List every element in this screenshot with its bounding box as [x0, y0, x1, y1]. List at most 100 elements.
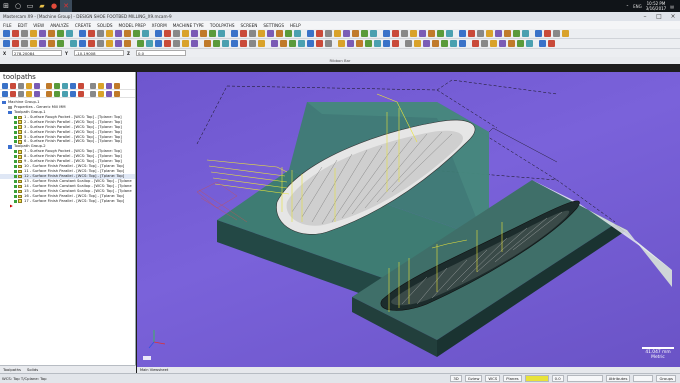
menu-edit[interactable]: EDIT — [18, 23, 28, 28]
toolbar-button-icon[interactable] — [106, 40, 113, 47]
close-button[interactable]: × — [666, 13, 680, 20]
toolbar-button-icon[interactable] — [70, 82, 76, 89]
toolbar-button-icon[interactable] — [10, 82, 16, 89]
menu-solids[interactable]: SOLIDS — [97, 23, 112, 28]
toolbar-button-icon[interactable] — [2, 90, 8, 97]
toolbar-button-icon[interactable] — [173, 30, 180, 37]
toolbar-button-icon[interactable] — [34, 90, 40, 97]
toolbar-button-icon[interactable] — [21, 40, 28, 47]
mastercam-icon[interactable]: ✕ — [60, 0, 72, 12]
toolbar-button-icon[interactable] — [70, 90, 76, 97]
task-view-icon[interactable]: ▭ — [24, 0, 36, 12]
toolbar-button-icon[interactable] — [477, 30, 484, 37]
toolbar-button-icon[interactable] — [472, 40, 479, 47]
toolbar-button-icon[interactable] — [289, 40, 296, 47]
toolbar-button-icon[interactable] — [48, 40, 55, 47]
toolbar-button-icon[interactable] — [137, 40, 144, 47]
toolbar-button-icon[interactable] — [316, 30, 323, 37]
toolbar-button-icon[interactable] — [34, 82, 40, 89]
toolbar-button-icon[interactable] — [316, 40, 323, 47]
toolbar-button-icon[interactable] — [90, 82, 96, 89]
toolbar-button-icon[interactable] — [370, 30, 377, 37]
toolbar-button-icon[interactable] — [307, 30, 314, 37]
toolbar-button-icon[interactable] — [539, 40, 546, 47]
toolbar-button-icon[interactable] — [374, 40, 381, 47]
toolbar-button-icon[interactable] — [365, 40, 372, 47]
toolbar-button-icon[interactable] — [258, 30, 265, 37]
toolbar-button-icon[interactable] — [26, 90, 32, 97]
toolbar-button-icon[interactable] — [106, 90, 112, 97]
toolbar-button-icon[interactable] — [114, 82, 120, 89]
toolbar-button-icon[interactable] — [276, 30, 283, 37]
toolbar-button-icon[interactable] — [446, 30, 453, 37]
toolbar-button-icon[interactable] — [98, 82, 104, 89]
toolbar-button-icon[interactable] — [222, 40, 229, 47]
toolbar-button-icon[interactable] — [54, 82, 60, 89]
cortana-icon[interactable]: ○ — [12, 0, 24, 12]
toolbar-button-icon[interactable] — [343, 30, 350, 37]
toolbar-button-icon[interactable] — [66, 30, 73, 37]
toolbar-button-icon[interactable] — [361, 30, 368, 37]
clock[interactable]: 10:52 PM 3/16/2017 — [646, 1, 667, 11]
toolbar-button-icon[interactable] — [347, 40, 354, 47]
toolbar-button-icon[interactable] — [26, 82, 32, 89]
toolbar-button-icon[interactable] — [30, 40, 37, 47]
toolbar-button-icon[interactable] — [437, 30, 444, 37]
toolbar-button-icon[interactable] — [535, 30, 542, 37]
chrome-icon[interactable]: ● — [48, 0, 60, 12]
line-style-field[interactable] — [633, 375, 654, 382]
menu-machine-type[interactable]: MACHINE TYPE — [173, 23, 204, 28]
language-label[interactable]: ENG — [633, 4, 642, 9]
toolbar-button-icon[interactable] — [513, 30, 520, 37]
toolbar-button-icon[interactable] — [280, 40, 287, 47]
menu-xform[interactable]: XFORM — [152, 23, 167, 28]
groups-button[interactable]: Groups — [656, 375, 676, 382]
menu-view[interactable]: VIEW — [33, 23, 44, 28]
toolbar-button-icon[interactable] — [392, 30, 399, 37]
toolbar-button-icon[interactable] — [79, 40, 86, 47]
toolbar-button-icon[interactable] — [508, 40, 515, 47]
toolbar-button-icon[interactable] — [240, 30, 247, 37]
toolbar-button-icon[interactable] — [30, 30, 37, 37]
tree-operation[interactable]: 17 - Surface Finish Parallel - [WCS: Top… — [0, 199, 135, 204]
toolbar-button-icon[interactable] — [124, 30, 131, 37]
toolbar-button-icon[interactable] — [285, 30, 292, 37]
toolbar-button-icon[interactable] — [10, 90, 16, 97]
toolbar-button-icon[interactable] — [164, 30, 171, 37]
toolbar-button-icon[interactable] — [504, 30, 511, 37]
toolbar-button-icon[interactable] — [57, 40, 64, 47]
y-coordinate-input[interactable]: -10.19008 — [74, 50, 124, 56]
toolbar-button-icon[interactable] — [88, 40, 95, 47]
toolbar-button-icon[interactable] — [271, 40, 278, 47]
toolbar-button-icon[interactable] — [12, 40, 19, 47]
toolbar-button-icon[interactable] — [459, 40, 466, 47]
toolbar-button-icon[interactable] — [414, 40, 421, 47]
toolbar-button-icon[interactable] — [54, 90, 60, 97]
toolbar-button-icon[interactable] — [182, 40, 189, 47]
toolbar-button-icon[interactable] — [249, 30, 256, 37]
toolbar-button-icon[interactable] — [249, 40, 256, 47]
toolbar-button-icon[interactable] — [57, 30, 64, 37]
toolbar-button-icon[interactable] — [62, 90, 68, 97]
toolbar-button-icon[interactable] — [3, 40, 10, 47]
tab-solids[interactable]: Solids — [27, 367, 38, 372]
toolbar-button-icon[interactable] — [405, 40, 412, 47]
toolbar-button-icon[interactable] — [3, 30, 10, 37]
toolbar-button-icon[interactable] — [46, 82, 52, 89]
toolbar-button-icon[interactable] — [88, 30, 95, 37]
z-depth-field[interactable]: 0.0 — [551, 375, 564, 382]
toolbar-button-icon[interactable] — [115, 30, 122, 37]
level-field[interactable] — [566, 375, 603, 382]
toolbar-button-icon[interactable] — [98, 90, 104, 97]
toolbar-button-icon[interactable] — [401, 30, 408, 37]
menu-help[interactable]: HELP — [290, 23, 301, 28]
toolbar-button-icon[interactable] — [441, 40, 448, 47]
toolbar-button-icon[interactable] — [392, 40, 399, 47]
toolbar-button-icon[interactable] — [231, 30, 238, 37]
toolbar-button-icon[interactable] — [70, 40, 77, 47]
toolbar-button-icon[interactable] — [468, 30, 475, 37]
wifi-icon[interactable]: ⌃ — [626, 4, 629, 9]
toolbar-button-icon[interactable] — [548, 40, 555, 47]
toolbar-button-icon[interactable] — [155, 30, 162, 37]
toolbar-button-icon[interactable] — [39, 30, 46, 37]
